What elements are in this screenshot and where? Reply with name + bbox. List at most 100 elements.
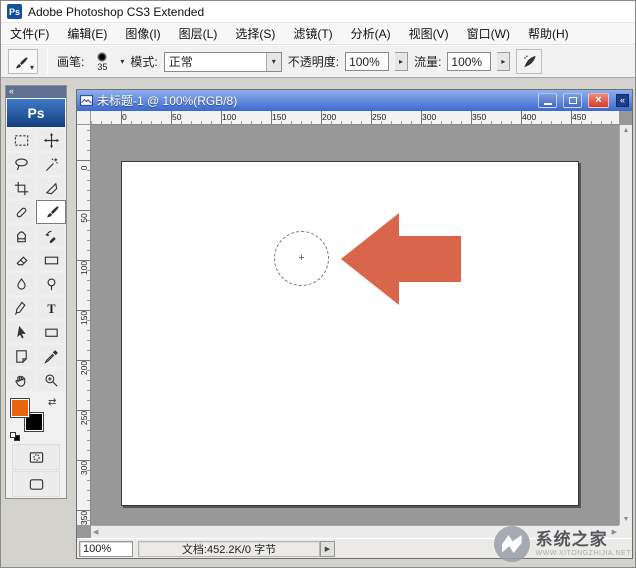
document-title: 未标题-1 @ 100%(RGB/8)	[97, 92, 532, 109]
ruler-label: 400	[522, 112, 536, 122]
opacity-input[interactable]: 100%	[345, 52, 389, 71]
blur-tool-button[interactable]	[6, 272, 36, 296]
eraser-tool-button[interactable]	[6, 248, 36, 272]
document-titlebar[interactable]: 未标题-1 @ 100%(RGB/8) × «	[77, 90, 632, 111]
flow-input[interactable]: 100%	[447, 52, 491, 71]
photoshop-logo-icon: Ps	[7, 4, 22, 19]
rectangular-marquee-tool-button[interactable]	[6, 128, 36, 152]
flow-value: 100%	[451, 55, 482, 69]
restore-icon	[569, 97, 577, 104]
quick-mask-icon	[28, 449, 45, 466]
vertical-scrollbar[interactable]: ▲ ▼	[619, 125, 632, 525]
slice-tool-button[interactable]	[36, 176, 66, 200]
lasso-tool-button[interactable]	[6, 152, 36, 176]
default-colors-icon[interactable]	[10, 432, 22, 442]
magic-wand-tool-button[interactable]	[36, 152, 66, 176]
zoom-level-input[interactable]: 100%	[79, 541, 133, 557]
menu-layer[interactable]: 图层(L)	[170, 23, 227, 44]
brush-label: 画笔:	[57, 53, 84, 70]
history-brush-tool-button[interactable]	[36, 224, 66, 248]
zoom-icon	[43, 372, 60, 389]
crop-icon	[13, 180, 30, 197]
ps-logo-badge: Ps	[7, 99, 65, 127]
toolbox-collapse-button[interactable]: «	[6, 86, 66, 98]
gradient-icon	[43, 252, 60, 269]
ruler-label: 0	[79, 158, 89, 178]
scroll-left-icon[interactable]: ◀	[93, 528, 98, 536]
gradient-tool-button[interactable]	[36, 248, 66, 272]
menu-filter[interactable]: 滤镜(T)	[284, 23, 341, 44]
minimize-button[interactable]	[538, 93, 557, 108]
dodge-tool-button[interactable]	[36, 272, 66, 296]
menu-image[interactable]: 图像(I)	[116, 23, 169, 44]
hand-tool-button[interactable]	[6, 368, 36, 392]
ruler-label: 250	[372, 112, 386, 122]
healing-brush-tool-button[interactable]	[6, 200, 36, 224]
tool-preset-picker[interactable]: ▾	[8, 49, 38, 74]
brush-preset-picker[interactable]: 35	[90, 52, 114, 72]
brush-tool-button[interactable]	[36, 200, 66, 224]
ruler-origin-corner[interactable]	[77, 111, 91, 125]
clone-stamp-tool-button[interactable]	[6, 224, 36, 248]
menu-window[interactable]: 窗口(W)	[458, 23, 519, 44]
ruler-label: 150	[79, 308, 89, 328]
vertical-ruler[interactable]: 0 50 100 150 200 250 300 350	[77, 125, 91, 525]
notes-tool-button[interactable]	[6, 344, 36, 368]
type-tool-button[interactable]: T	[36, 296, 66, 320]
menu-help[interactable]: 帮助(H)	[519, 23, 578, 44]
shape-tool-button[interactable]	[36, 320, 66, 344]
menu-view[interactable]: 视图(V)	[400, 23, 458, 44]
ruler-label: 200	[79, 358, 89, 378]
screen-mode-button[interactable]	[12, 471, 60, 497]
restore-button[interactable]	[563, 93, 582, 108]
zoom-tool-button[interactable]	[36, 368, 66, 392]
flow-slider-button[interactable]: ▸	[497, 52, 510, 71]
airbrush-icon	[521, 53, 538, 70]
ruler-label: 50	[172, 112, 181, 122]
brush-tip-preview-icon	[97, 52, 107, 62]
opacity-slider-button[interactable]: ▸	[395, 52, 408, 71]
scroll-down-icon[interactable]: ▼	[623, 516, 630, 523]
app-titlebar: Ps Adobe Photoshop CS3 Extended	[1, 1, 635, 23]
dock-collapse-button[interactable]: «	[616, 94, 629, 107]
ruler-label: 200	[322, 112, 336, 122]
swap-colors-icon[interactable]: ⇄	[48, 397, 56, 408]
hand-icon	[13, 372, 30, 389]
history-brush-icon	[43, 228, 60, 245]
horizontal-ruler[interactable]: 0 50 100 150 200 250 300 350 400 450	[91, 111, 619, 125]
svg-text:T: T	[47, 301, 55, 315]
close-button[interactable]: ×	[588, 93, 609, 108]
menu-analysis[interactable]: 分析(A)	[342, 23, 400, 44]
document-icon	[80, 94, 93, 107]
eyedropper-tool-button[interactable]	[36, 344, 66, 368]
status-options-button[interactable]: ▶	[320, 541, 335, 557]
ruler-label: 0	[122, 112, 127, 122]
menu-edit[interactable]: 编辑(E)	[58, 23, 116, 44]
lasso-icon	[13, 156, 30, 173]
pen-tool-button[interactable]	[6, 296, 36, 320]
menu-select[interactable]: 选择(S)	[226, 23, 284, 44]
photoshop-window: Ps Adobe Photoshop CS3 Extended 文件(F) 编辑…	[0, 0, 636, 568]
pen-icon	[13, 300, 30, 317]
canvas[interactable]: +	[121, 161, 579, 506]
foreground-color-swatch[interactable]	[10, 398, 30, 418]
path-selection-icon	[13, 324, 30, 341]
dropdown-arrow-icon[interactable]: ▾	[266, 53, 281, 71]
brush-tool-icon	[12, 55, 29, 72]
document-size-info[interactable]: 文档:452.2K/0 字节	[138, 541, 320, 557]
path-selection-tool-button[interactable]	[6, 320, 36, 344]
brush-cursor-outline: +	[274, 231, 329, 286]
chevron-down-icon[interactable]: ▾	[120, 57, 124, 66]
crop-tool-button[interactable]	[6, 176, 36, 200]
clone-stamp-icon	[13, 228, 30, 245]
move-tool-button[interactable]	[36, 128, 66, 152]
quick-mask-button[interactable]	[12, 444, 60, 470]
ruler-label: 300	[422, 112, 436, 122]
airbrush-button[interactable]	[516, 49, 542, 74]
scroll-up-icon[interactable]: ▲	[623, 127, 630, 134]
blend-mode-select[interactable]: 正常 ▾	[164, 52, 282, 72]
document-view: 0 50 100 150 200 250 300 350 400 450 0 5…	[77, 111, 632, 538]
ruler-label: 350	[79, 508, 89, 528]
ruler-label: 250	[79, 408, 89, 428]
menu-file[interactable]: 文件(F)	[1, 23, 58, 44]
